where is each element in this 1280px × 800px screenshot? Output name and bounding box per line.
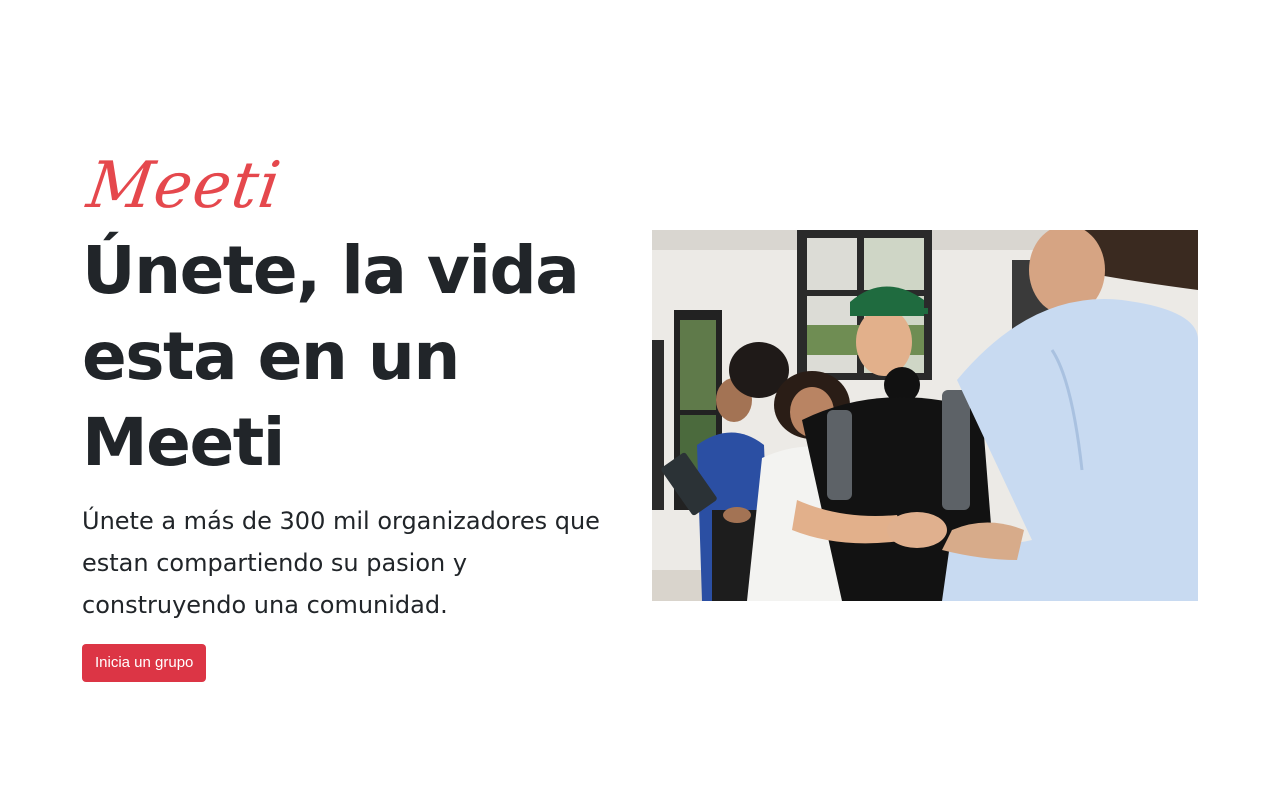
hero-text-column: Meeti Únete, la vida esta en un Meeti Ún… xyxy=(82,149,622,682)
hero-headline: Únete, la vida esta en un Meeti xyxy=(82,232,580,481)
hero-lead: Únete a más de 300 mil organizadores que… xyxy=(82,507,600,619)
start-group-button[interactable]: Inicia un grupo xyxy=(82,644,207,682)
brand-logo[interactable]: Meeti xyxy=(82,149,633,228)
hero-photo-illustration xyxy=(652,230,1198,601)
hero-image xyxy=(652,230,1198,601)
hero-section: Meeti Únete, la vida esta en un Meeti Ún… xyxy=(0,0,1280,800)
